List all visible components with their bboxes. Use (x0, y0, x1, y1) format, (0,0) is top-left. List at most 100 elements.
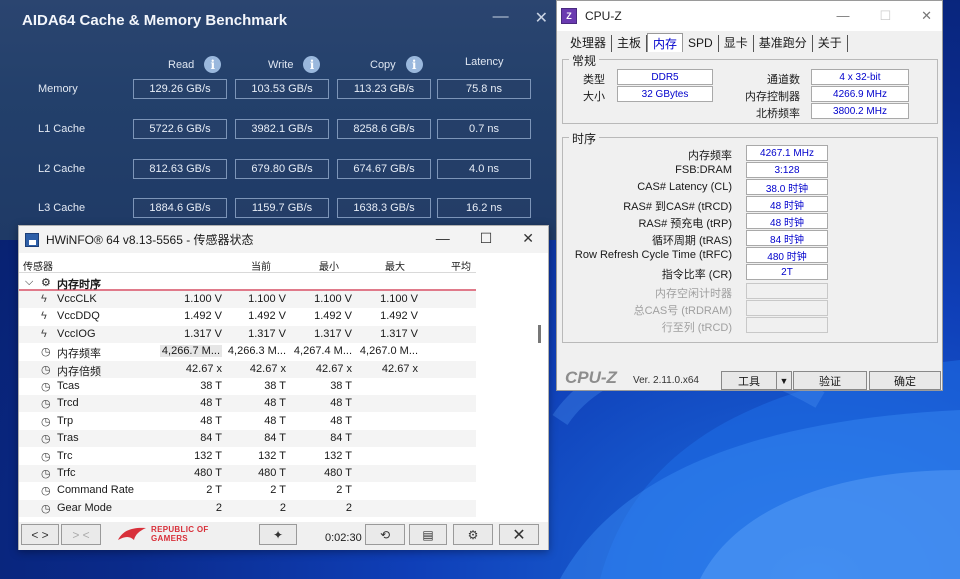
current-column-header[interactable]: 当前 (251, 258, 271, 273)
min-column-header[interactable]: 最小 (319, 258, 339, 273)
latency-header: Latency (465, 56, 504, 68)
share-button[interactable]: ✦ (259, 524, 297, 545)
clock-icon: ◷ (41, 468, 51, 480)
sensor-cur-value: 2 T (206, 484, 222, 497)
sensor-min-value: 132 T (258, 449, 286, 462)
settings-button[interactable]: ⚙ (453, 524, 493, 545)
sensor-row[interactable]: ◷ 内存频率 4,266.7 M... 4,266.3 M... 4,267.4 M..… (19, 343, 476, 360)
exit-button[interactable]: ✕ (499, 524, 539, 545)
sensor-min-value: 1.317 V (248, 327, 286, 340)
tools-button[interactable]: 工具 (721, 371, 777, 390)
sensor-name: VccCLK (57, 293, 97, 305)
minimize-icon[interactable]: — (493, 8, 509, 28)
ok-button[interactable]: 确定 (869, 371, 941, 390)
clock-icon: ◷ (41, 502, 51, 515)
tab-graphics[interactable]: 显卡 (719, 35, 754, 52)
collapse-button[interactable]: > < (61, 524, 101, 545)
reset-icon: ⟲ (379, 527, 391, 542)
sensor-name: Trc (57, 449, 73, 462)
write-header: Write i (268, 56, 321, 73)
cpuz-version: Ver. 2.11.0.x64 (633, 375, 699, 386)
copy-header: Copy i (370, 56, 423, 73)
timing-label: RAS# 到CAS# (tRCD) (623, 201, 732, 213)
sensor-avg-value: 1.492 V (380, 310, 418, 323)
timing-value (746, 317, 828, 333)
northbridge-label: 北桥频率 (756, 108, 800, 120)
scrollbar-thumb[interactable] (538, 325, 541, 343)
timing-label: 内存空闲计时器 (655, 288, 732, 300)
value-cell: 1884.6 GB/s (133, 198, 227, 218)
sensor-group-row[interactable]: ⌵ ⚙ 内存时序 (19, 274, 476, 291)
sensor-row[interactable]: ◷ 内存倍频 42.67 x 42.67 x 42.67 x 42.67 x (19, 360, 476, 378)
close-icon: ✕ (512, 526, 526, 544)
share-icon: ✦ (272, 527, 284, 542)
info-icon[interactable]: i (405, 56, 423, 73)
size-label: 大小 (583, 91, 605, 103)
sensor-name: 内存频率 (57, 348, 101, 361)
minimize-icon[interactable]: — (436, 230, 450, 247)
sensor-cur-value: 1.100 V (184, 293, 222, 305)
sensor-name: 内存倍频 (57, 365, 101, 378)
validate-button[interactable]: 验证 (793, 371, 867, 390)
timing-label: 循环周期 (tRAS) (651, 235, 732, 247)
info-icon[interactable]: i (303, 56, 321, 73)
value-cell: 3982.1 GB/s (235, 119, 329, 139)
close-icon[interactable]: ✕ (522, 230, 534, 247)
gear-icon: ⚙ (467, 527, 479, 542)
tab-about[interactable]: 关于 (813, 35, 848, 52)
sensor-row[interactable]: ◷ Gear Mode 2 2 2 (19, 499, 476, 517)
sensor-name: Command Rate (57, 484, 135, 497)
cpuz-title: CPU-Z (585, 9, 622, 23)
sensor-row[interactable]: ◷ Trc 132 T 132 T 132 T (19, 448, 476, 465)
timing-label: Row Refresh Cycle Time (tRFC) (574, 249, 732, 261)
value-cell: 103.53 GB/s (235, 79, 329, 99)
close-icon[interactable]: ✕ (921, 8, 932, 24)
tab-bench[interactable]: 基准跑分 (754, 35, 813, 52)
sensor-cur-value: 4,266.7 M... (159, 345, 222, 358)
aida64-title: AIDA64 Cache & Memory Benchmark (22, 11, 288, 29)
sensor-row[interactable]: ◷ Trfc 480 T 480 T 480 T (19, 465, 476, 482)
rog-logo: REPUBLIC OF GAMERS (117, 525, 209, 543)
sensor-cur-value: 132 T (194, 449, 222, 462)
value-cell: 16.2 ns (437, 198, 531, 218)
info-icon[interactable]: i (204, 56, 222, 73)
maximize-icon[interactable]: ☐ (480, 230, 493, 247)
close-icon[interactable]: ✕ (535, 8, 548, 28)
sensor-row[interactable]: ◷ Tcas 38 T 38 T 38 T (19, 378, 476, 395)
clock-icon: ◷ (41, 433, 51, 446)
chevron-down-icon[interactable]: ⌵ (25, 276, 33, 289)
tools-dropdown-icon[interactable]: ▼ (776, 371, 792, 390)
tab-memory[interactable]: 内存 (647, 33, 684, 52)
sensor-row[interactable]: ϟ VccCLK 1.100 V 1.100 V 1.100 V 1.100 V (19, 291, 476, 308)
sensor-row[interactable]: ◷ Trp 48 T 48 T 48 T (19, 413, 476, 430)
tab-spd[interactable]: SPD (683, 35, 719, 52)
sensor-row[interactable]: ◷ Command Rate 2 T 2 T 2 T (19, 482, 476, 499)
report-button[interactable]: ▤ (409, 524, 447, 545)
sensor-row[interactable]: ϟ VccIOG 1.317 V 1.317 V 1.317 V 1.317 V (19, 325, 476, 343)
tab-cpu[interactable]: 处理器 (565, 35, 613, 52)
minimize-icon[interactable]: — (836, 8, 849, 24)
northbridge-value: 3800.2 MHz (811, 103, 909, 119)
sensor-min-value: 1.492 V (248, 310, 286, 323)
max-column-header[interactable]: 最大 (385, 258, 405, 273)
prev-next-button[interactable]: < > (21, 524, 59, 545)
sensor-row[interactable]: ϟ VccDDQ 1.492 V 1.492 V 1.492 V 1.492 V (19, 308, 476, 325)
sensor-min-value: 480 T (258, 467, 286, 479)
channels-value: 4 x 32-bit (811, 69, 909, 85)
voltage-icon: ϟ (41, 310, 47, 323)
timing-label: 行至列 (tRCD) (661, 322, 732, 334)
sensor-max-value: 480 T (324, 467, 352, 479)
row-label: Memory (38, 83, 78, 95)
sensor-column-header[interactable]: 传感器 (23, 258, 53, 273)
timing-value: 48 时钟 (746, 213, 828, 229)
timing-label: 总CAS号 (tRDRAM) (633, 305, 732, 317)
tab-mainboard[interactable]: 主板 (612, 35, 648, 52)
sensor-row[interactable]: ◷ Tras 84 T 84 T 84 T (19, 430, 476, 448)
clock-icon: ◷ (41, 415, 51, 428)
sensor-min-value: 2 (279, 501, 286, 514)
sensor-avg-value: 1.317 V (380, 327, 418, 340)
sensor-min-value: 2 T (270, 484, 286, 497)
sensor-row[interactable]: ◷ Trcd 48 T 48 T 48 T (19, 395, 476, 413)
reset-button[interactable]: ⟲ (365, 524, 405, 545)
avg-column-header[interactable]: 平均 (451, 258, 471, 273)
